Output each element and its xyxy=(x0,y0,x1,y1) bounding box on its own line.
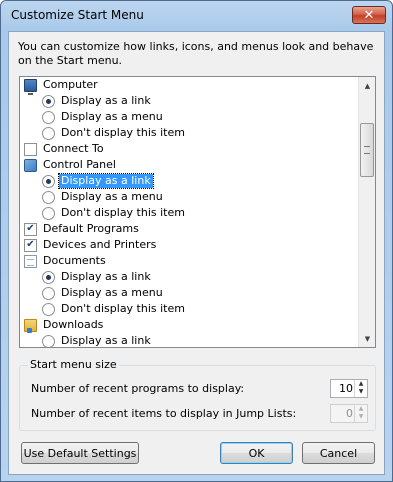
radio-unselected[interactable] xyxy=(42,206,55,220)
stepper-up-icon[interactable]: ▲ xyxy=(355,380,367,388)
list-radio-option[interactable]: Display as a menu xyxy=(20,189,359,205)
use-default-settings-button[interactable]: Use Default Settings xyxy=(21,442,139,464)
stepper-down-icon[interactable]: ▼ xyxy=(355,388,367,396)
vertical-scrollbar[interactable]: ▲ ▼ xyxy=(358,77,375,347)
downloads-icon xyxy=(24,318,37,333)
stepper-arrows: ▲ ▼ xyxy=(354,380,367,397)
list-item-label: Don't display this item xyxy=(61,302,185,315)
list-item-label: Don't display this item xyxy=(61,126,185,139)
group-title: Start menu size xyxy=(28,358,119,371)
radio-unselected[interactable] xyxy=(42,190,55,204)
scroll-up-button[interactable]: ▲ xyxy=(359,77,375,94)
list-item-label: Don't display this item xyxy=(61,206,185,219)
list-radio-option[interactable]: Don't display this item xyxy=(20,301,359,317)
list-section-header: Downloads xyxy=(20,317,359,333)
recent-items-stepper: 0 ▲ ▼ xyxy=(330,404,368,423)
radio-unselected[interactable] xyxy=(42,334,55,347)
list-section-header: Computer xyxy=(20,77,359,95)
list-item-label: Control Panel xyxy=(43,158,116,171)
recent-programs-stepper[interactable]: 10 ▲ ▼ xyxy=(330,379,368,398)
radio-unselected[interactable] xyxy=(42,302,55,316)
list-item-label: Display as a link xyxy=(61,270,151,283)
list-radio-option[interactable]: Display as a menu xyxy=(20,285,359,301)
radio-selected[interactable] xyxy=(42,94,55,108)
list-section-header: Documents xyxy=(20,253,359,269)
start-menu-options-list[interactable]: Computer Display as a link Display as a me… xyxy=(19,76,376,348)
radio-unselected[interactable] xyxy=(42,286,55,300)
list-item-label: Default Programs xyxy=(43,222,139,235)
scroll-thumb[interactable] xyxy=(360,123,374,177)
close-icon: ✕ xyxy=(363,7,375,23)
close-button[interactable]: ✕ xyxy=(352,6,386,24)
radio-unselected[interactable] xyxy=(42,110,55,124)
customize-start-menu-dialog: Customize Start Menu ✕ You can customize… xyxy=(0,0,393,482)
list-radio-option[interactable]: Don't display this item xyxy=(20,205,359,221)
list-radio-option[interactable]: Display as a menu xyxy=(20,109,359,125)
checkbox-unchecked[interactable] xyxy=(24,142,37,156)
radio-selected[interactable] xyxy=(42,270,55,284)
list-item-label: Display as a link xyxy=(61,334,151,347)
list-item-label: Computer xyxy=(43,78,98,91)
list-item-label: Downloads xyxy=(43,318,104,331)
list-radio-option[interactable]: Display as a link xyxy=(20,93,359,109)
window-title: Customize Start Menu xyxy=(11,8,144,22)
checkbox-checked[interactable]: ✔ xyxy=(24,238,37,252)
list-item-label: Display as a link xyxy=(58,173,154,189)
scroll-down-arrow-icon: ▼ xyxy=(364,334,371,343)
list-radio-option[interactable]: Don't display this item xyxy=(20,125,359,141)
list-checkbox-item[interactable]: ✔ Devices and Printers xyxy=(20,237,359,253)
list-radio-option[interactable]: Display as a link xyxy=(20,269,359,285)
start-menu-size-group: Start menu size Number of recent program… xyxy=(19,358,376,431)
list-item-label: Devices and Printers xyxy=(43,238,157,251)
checkbox-checked[interactable]: ✔ xyxy=(24,222,37,236)
list-item-label: Documents xyxy=(43,254,106,267)
recent-programs-label: Number of recent programs to display: xyxy=(31,382,245,395)
scroll-up-arrow-icon: ▲ xyxy=(364,81,371,90)
recent-items-value: 0 xyxy=(346,407,353,420)
stepper-up-icon: ▲ xyxy=(358,405,364,412)
ok-button[interactable]: OK xyxy=(220,442,293,464)
stepper-arrows: ▲ ▼ xyxy=(354,405,367,422)
list-checkbox-item[interactable]: Connect To xyxy=(20,141,359,157)
stepper-down-icon: ▼ xyxy=(358,413,364,420)
radio-unselected[interactable] xyxy=(42,126,55,140)
cancel-button[interactable]: Cancel xyxy=(302,442,375,464)
list-item-label: Display as a link xyxy=(61,94,151,107)
list-item-label: Display as a menu xyxy=(61,110,163,123)
scroll-down-button[interactable]: ▼ xyxy=(359,330,375,347)
recent-items-label: Number of recent items to display in Jum… xyxy=(31,407,297,420)
dialog-client-area: You can customize how links, icons, and … xyxy=(8,31,385,475)
list-section-header: Control Panel xyxy=(20,157,359,173)
documents-icon xyxy=(24,254,37,268)
description-text: You can customize how links, icons, and … xyxy=(18,40,374,67)
computer-icon xyxy=(24,78,37,95)
list-radio-option[interactable]: Display as a link xyxy=(20,333,359,347)
list-item-label: Display as a menu xyxy=(61,190,163,203)
title-bar: Customize Start Menu ✕ xyxy=(1,1,392,31)
recent-programs-value: 10 xyxy=(339,382,353,395)
list-item-label: Connect To xyxy=(43,142,104,155)
control-panel-icon xyxy=(24,158,37,172)
list-radio-option[interactable]: Display as a link xyxy=(20,173,359,189)
list-checkbox-item[interactable]: ✔ Default Programs xyxy=(20,221,359,237)
list-item-label: Display as a menu xyxy=(61,286,163,299)
options-list-content: Computer Display as a link Display as a me… xyxy=(20,77,359,347)
radio-selected[interactable] xyxy=(42,174,55,188)
